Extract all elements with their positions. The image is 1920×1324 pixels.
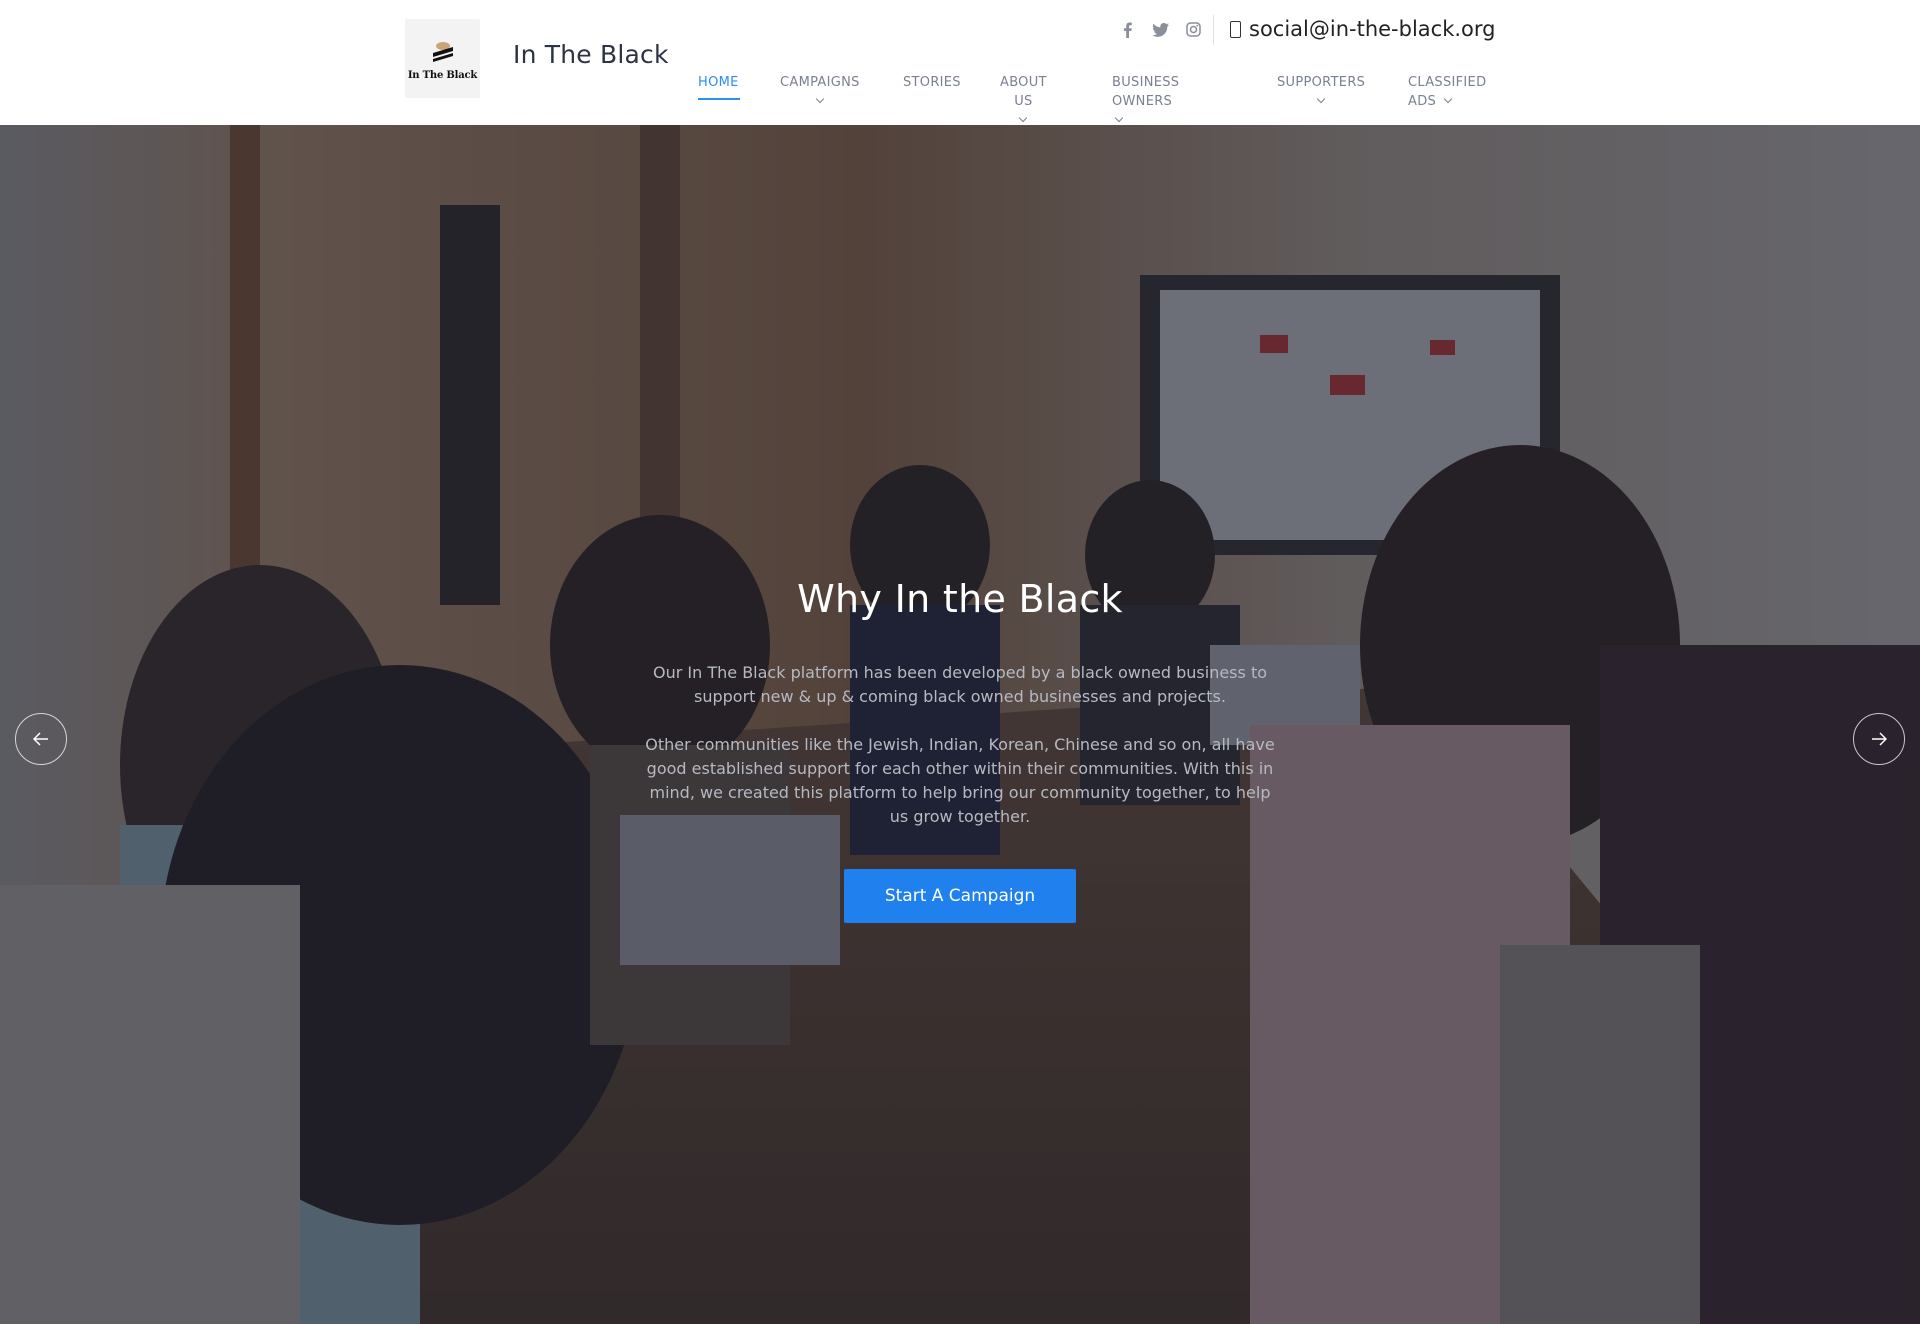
hero-paragraph-2: Other communities like the Jewish, India… (645, 735, 1275, 826)
facebook-icon[interactable] (1118, 20, 1137, 39)
social-links (1118, 20, 1203, 39)
nav-item-label: SUPPORTERS (1277, 75, 1366, 90)
instagram-icon[interactable] (1184, 20, 1203, 39)
nav-item-business-owners[interactable]: BUSINESS OWNERS (1112, 73, 1179, 130)
chevron-down-icon (815, 94, 825, 104)
hero-paragraph-1: Our In The Black platform has been devel… (653, 663, 1267, 706)
nav-item-label-line1: CLASSIFIED (1408, 75, 1487, 90)
nav-item-label-line2: ADS (1408, 94, 1437, 109)
nav-item-home[interactable]: HOME (698, 73, 740, 100)
chevron-down-icon (1316, 94, 1326, 104)
start-campaign-button[interactable]: Start A Campaign (844, 869, 1076, 923)
arrow-right-icon (1872, 732, 1887, 746)
slider-next-button[interactable] (1853, 713, 1905, 765)
chevron-down-icon (1443, 94, 1452, 104)
active-indicator (698, 98, 740, 100)
logo-text: In The Black (407, 69, 478, 81)
phone-icon (1230, 20, 1241, 38)
nav-item-classified-ads[interactable]: CLASSIFIED ADS (1408, 73, 1486, 111)
nav-item-label: CAMPAIGNS (780, 75, 860, 90)
hero-title: Why In the Black (797, 577, 1123, 621)
nav-item-label: ABOUT US (1000, 75, 1047, 109)
nav-item-campaigns[interactable]: CAMPAIGNS (780, 73, 860, 111)
contact-info: social@in-the-black.org (1230, 17, 1496, 41)
nav-item-label-line1: BUSINESS (1112, 75, 1180, 90)
hero-slider: Why In the Black Our In The Black platfo… (0, 125, 1920, 1324)
slider-prev-button[interactable] (15, 713, 67, 765)
hero-overlay (0, 125, 1920, 1324)
chevron-down-icon (1114, 113, 1124, 123)
nav-item-stories[interactable]: STORIES (903, 73, 961, 92)
logo-mark-icon (432, 41, 453, 62)
nav-item-label: HOME (698, 75, 739, 90)
nav-item-label-line2: OWNERS (1112, 94, 1173, 109)
site-title[interactable]: In The Black (513, 40, 669, 69)
chevron-down-icon (1019, 113, 1028, 123)
site-logo[interactable]: In The Black (405, 19, 480, 98)
nav-item-about-us[interactable]: ABOUT US (1000, 73, 1047, 130)
twitter-icon[interactable] (1151, 20, 1170, 39)
site-header: In The Black In The Black social@in-the-… (0, 0, 1920, 125)
header-divider (1213, 15, 1214, 45)
nav-item-supporters[interactable]: SUPPORTERS (1277, 73, 1365, 111)
contact-email[interactable]: social@in-the-black.org (1249, 17, 1496, 41)
arrow-left-icon (33, 732, 48, 746)
nav-item-label: STORIES (903, 75, 961, 90)
